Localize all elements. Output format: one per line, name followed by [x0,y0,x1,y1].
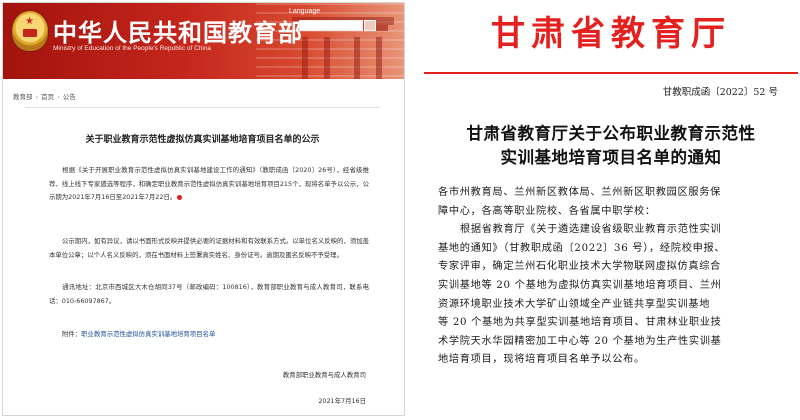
document-number: 甘教职成函〔2022〕52 号 [662,87,778,98]
masthead-red-rule [424,72,798,74]
body-line: 资源环境职业技术大学矿山领域全产业链共享型实训基地 [438,298,711,310]
breadcrumb-item[interactable]: 首页 [41,93,54,101]
national-emblem-icon: ★ [12,11,48,51]
moe-site-header: ★ 中华人民共和国教育部 Ministry of Education of th… [3,3,404,79]
gansu-document-panel: 甘肃省教育厅 甘教职成函〔2022〕52 号 甘肃省教育厅关于公布职业教育示范性… [424,2,798,416]
body-line: 等 20 个基地为共享型实训基地培育项目、甘肃林业职业技 [438,317,722,329]
site-search-input[interactable] [299,20,363,31]
document-body: 各市州教育局、兰州新区教体局、兰州新区职教园区服务保 障中心，各高等职业院校、各… [438,184,784,370]
language-link[interactable]: Language [289,8,320,15]
body-line: 地培育项目，现将培育项目名单予以公布。 [438,354,645,366]
document-title-line: 实训基地培育项目名单的通知 [500,148,722,167]
article-paragraph: 通讯地址：北京市西城区大木仓胡同37号（邮政编码：100816），教育部职业教育… [49,281,369,308]
breadcrumb: 教育部 › 首页 › 公告 [13,91,76,101]
body-line: 术学院天水华园精密加工中心等 20 个基地为生产性实训基 [438,335,722,347]
body-line: 各市州教育局、兰州新区教体局、兰州新区职教园区服务保 [438,187,722,198]
paragraph-text: 公示期内，如有异议，请以书面形式反映并提供必要的证据材料和有效联系方式。以单位名… [49,237,369,259]
body-line: 实训基地等 20 个基地为虚拟仿真实训基地培育项目、兰州 [438,279,722,291]
breadcrumb-item[interactable]: 公告 [63,93,76,101]
document-masthead: 甘肃省教育厅 [491,14,731,54]
announcement-article: 关于职业教育示范性虚拟仿真实训基地培育项目名单的公示 根据《关于开展职业教育示范… [25,107,380,413]
breadcrumb-separator: › [35,93,39,101]
paragraph-text: 根据《关于开展职业教育示范性虚拟仿真实训基地建设工作的通知》（教职成函〔2020… [49,166,369,201]
publish-date: 2021年7月16日 [318,397,366,405]
breadcrumb-separator: › [57,93,60,101]
cursor-dot-icon [177,194,183,200]
search-button[interactable] [364,20,376,31]
issuer-signature: 教育部职业教育与成人教育司 [282,371,366,379]
header-gate-decoration [292,17,394,79]
paragraph-text: 通讯地址：北京市西城区大木仓胡同37号（邮政编码：100816），教育部职业教育… [49,283,369,305]
body-line: 障中心，各高等职业院校、各省属中职学校： [438,205,656,217]
attachment-row: 附件：职业教育示范性虚拟仿真实训基地培育项目名单 [62,329,215,338]
document-title-line: 甘肃省教育厅关于公布职业教育示范性 [466,124,756,143]
body-line: 根据省教育厅《关于遴选建设省级职业教育示范性实训 [460,224,722,236]
attachment-link[interactable]: 职业教育示范性虚拟仿真实训基地培育项目名单 [81,330,215,338]
breadcrumb-item[interactable]: 教育部 [13,93,33,101]
body-line: 基地的通知》（甘教职成函〔2022〕36 号），经院校申报、 [438,242,726,254]
body-line: 专家评审，确定兰州石化职业技术大学物联网虚拟仿真综合 [438,261,722,273]
moe-webpage-panel: ★ 中华人民共和国教育部 Ministry of Education of th… [2,2,405,416]
attachment-label: 附件： [62,330,82,338]
site-subtitle: Ministry of Education of the People's Re… [53,45,212,52]
article-paragraph: 公示期内，如有异议，请以书面形式反映并提供必要的证据材料和有效联系方式。以单位名… [49,235,369,262]
article-paragraph: 根据《关于开展职业教育示范性虚拟仿真实训基地建设工作的通知》（教职成函〔2020… [49,164,369,205]
article-title: 关于职业教育示范性虚拟仿真实训基地培育项目名单的公示 [85,135,320,145]
site-title: 中华人民共和国教育部 [53,18,303,47]
